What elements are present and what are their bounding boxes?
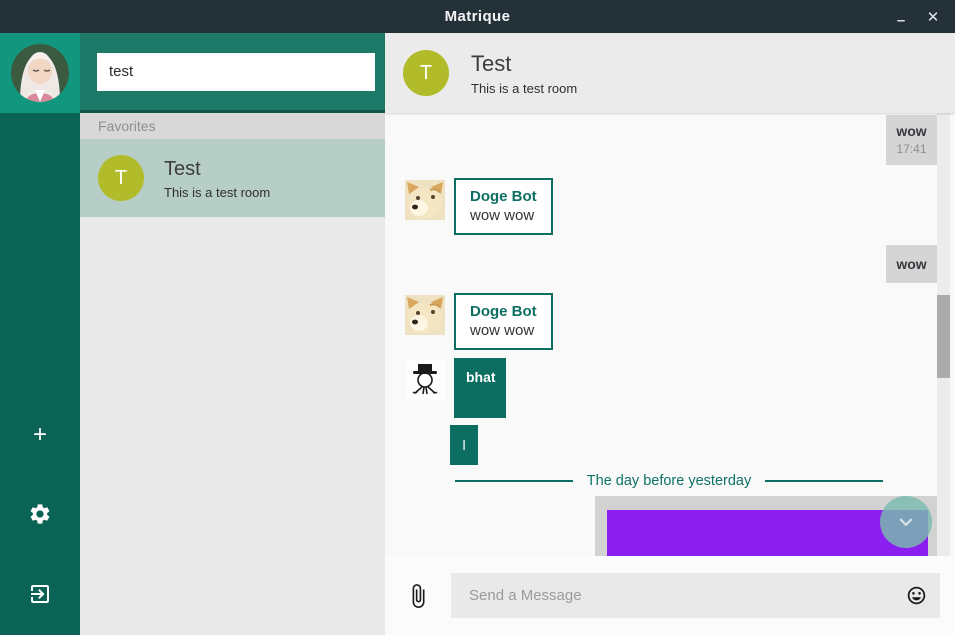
close-button[interactable]: ✕ bbox=[921, 5, 945, 29]
hat-person-avatar bbox=[405, 360, 445, 400]
user-avatar-button[interactable] bbox=[0, 33, 80, 113]
chat-header: T Test This is a test room bbox=[385, 33, 955, 113]
smiley-icon bbox=[906, 585, 927, 606]
message-sender: Doge Bot bbox=[470, 303, 537, 320]
window-controls: – ✕ bbox=[889, 5, 955, 29]
chat-room-avatar: T bbox=[403, 50, 449, 96]
scroll-to-bottom-button[interactable] bbox=[880, 496, 932, 548]
room-name: Test bbox=[164, 157, 270, 182]
attach-file-button[interactable] bbox=[385, 583, 451, 609]
message-timestamp: 17:41 bbox=[886, 142, 937, 156]
message-timeline[interactable]: wow 17:41 bbox=[385, 113, 955, 556]
scrollbar-thumb[interactable] bbox=[937, 295, 950, 378]
doge-avatar bbox=[405, 295, 445, 335]
timeline-scrollbar[interactable] bbox=[937, 113, 950, 556]
message-text: l bbox=[462, 437, 465, 453]
message-member[interactable]: l bbox=[450, 425, 478, 465]
message-sender: bhat bbox=[466, 369, 496, 385]
chat-room-name: Test bbox=[471, 51, 577, 77]
logout-button[interactable] bbox=[0, 580, 80, 608]
gear-icon bbox=[28, 502, 52, 526]
plus-icon: + bbox=[33, 421, 47, 449]
room-list-empty-space bbox=[80, 217, 385, 635]
minimize-button[interactable]: – bbox=[889, 5, 913, 29]
add-room-button[interactable]: + bbox=[0, 421, 80, 449]
message-text: wow wow bbox=[470, 207, 537, 224]
message-received[interactable]: bhat bbox=[405, 358, 506, 418]
chat-room-topic: This is a test room bbox=[471, 81, 577, 96]
titlebar: Matrique – ✕ bbox=[0, 0, 955, 33]
favorites-section-header: Favorites bbox=[80, 113, 385, 139]
divider-label: The day before yesterday bbox=[587, 473, 751, 489]
exit-to-app-icon bbox=[28, 582, 52, 606]
app-window: Matrique – ✕ bbox=[0, 0, 955, 635]
message-input[interactable] bbox=[451, 573, 940, 618]
room-list-item-test[interactable]: T Test This is a test room bbox=[80, 139, 385, 217]
user-avatar bbox=[11, 44, 69, 102]
settings-button[interactable] bbox=[0, 500, 80, 528]
room-search-input[interactable] bbox=[97, 53, 375, 91]
room-avatar: T bbox=[98, 155, 144, 201]
divider-line bbox=[455, 480, 573, 482]
chat-panel: T Test This is a test room wow 17:41 bbox=[385, 33, 955, 635]
search-area bbox=[80, 33, 385, 113]
message-received[interactable]: Doge Bot wow wow bbox=[405, 293, 553, 350]
message-text: wow wow bbox=[470, 322, 537, 339]
message-sent[interactable]: wow bbox=[886, 245, 937, 283]
message-sender: Doge Bot bbox=[470, 188, 537, 205]
window-title: Matrique bbox=[0, 8, 955, 25]
composer bbox=[385, 556, 955, 635]
chevron-down-icon bbox=[893, 509, 919, 535]
room-list-panel: Favorites T Test This is a test room bbox=[80, 33, 385, 635]
day-divider: The day before yesterday bbox=[455, 473, 883, 489]
message-field bbox=[451, 573, 940, 618]
emoji-picker-button[interactable] bbox=[906, 585, 927, 606]
divider-line bbox=[765, 480, 883, 482]
doge-avatar bbox=[405, 180, 445, 220]
paperclip-icon bbox=[405, 583, 431, 609]
left-rail: + bbox=[0, 33, 80, 635]
message-sent[interactable]: wow 17:41 bbox=[886, 115, 937, 165]
main-area: + Favorites T Test Thi bbox=[0, 33, 955, 635]
message-received[interactable]: Doge Bot wow wow bbox=[405, 178, 553, 235]
room-topic: This is a test room bbox=[164, 185, 270, 200]
